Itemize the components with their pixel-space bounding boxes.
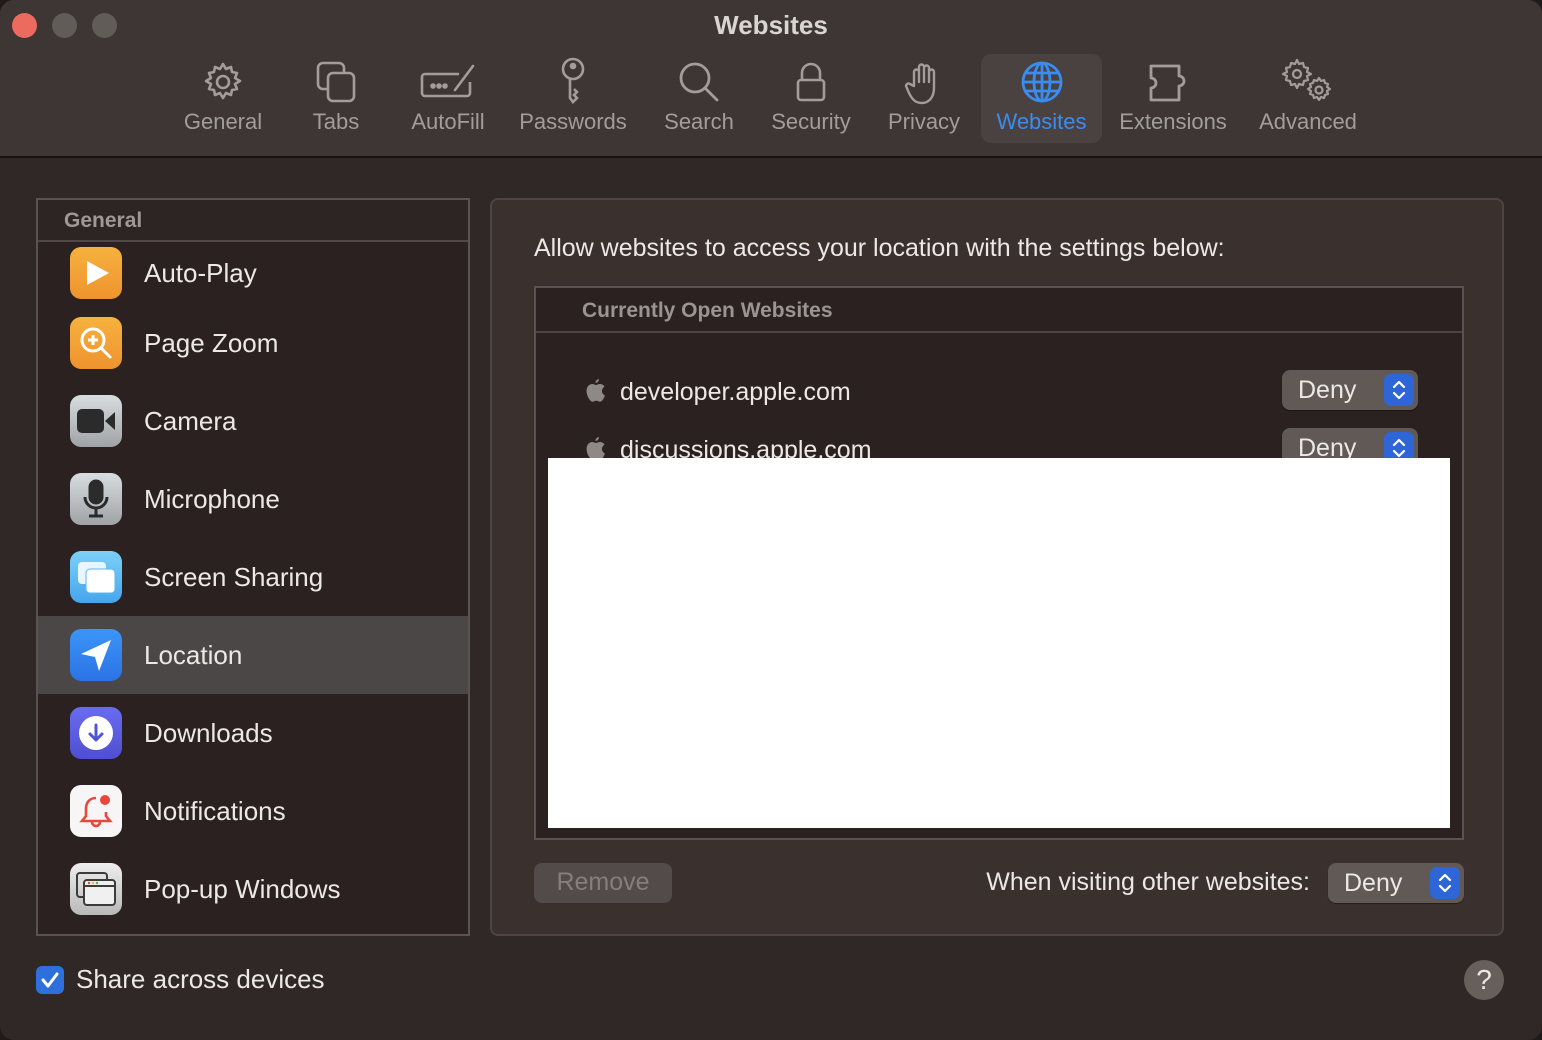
popup-windows-icon <box>70 863 122 915</box>
sidebar-item-label: Downloads <box>144 717 273 748</box>
sidebar-item-location[interactable]: Location <box>38 616 468 694</box>
tab-privacy-label: Privacy <box>887 109 961 134</box>
tab-tabs-label: Tabs <box>312 109 360 134</box>
sidebar-item-notifications[interactable]: Notifications <box>38 772 468 850</box>
apple-logo-icon <box>586 379 605 402</box>
table-row[interactable]: developer.apple.com Deny <box>536 364 1462 422</box>
hand-icon <box>904 63 936 105</box>
zoom-icon <box>70 317 122 369</box>
remove-button[interactable]: Remove <box>534 863 672 903</box>
sidebar-item-label: Screen Sharing <box>144 561 324 592</box>
gear-icon <box>204 62 242 100</box>
sidebar-item-label: Pop-up Windows <box>144 873 341 904</box>
screen-sharing-icon <box>70 551 122 603</box>
tab-general[interactable]: General <box>176 54 270 143</box>
play-icon <box>70 247 122 299</box>
download-icon <box>70 707 122 759</box>
chevron-up-down-icon <box>1384 374 1414 406</box>
tab-extensions-label: Extensions <box>1119 109 1227 134</box>
tab-security[interactable]: Security <box>762 54 860 143</box>
globe-icon <box>1021 61 1062 103</box>
window-title: Websites <box>714 10 828 40</box>
chevron-up-down-icon <box>1430 867 1460 899</box>
sidebar-item-microphone[interactable]: Microphone <box>38 460 468 538</box>
tab-autofill[interactable]: AutoFill <box>402 54 494 143</box>
sidebar-item-label: Page Zoom <box>144 327 279 358</box>
tab-websites[interactable]: Websites <box>981 54 1102 143</box>
sidebar-item-label: Camera <box>144 405 237 436</box>
sidebar-item-label: Auto-Play <box>144 257 257 288</box>
sidebar-item-screen-sharing[interactable]: Screen Sharing <box>38 538 468 616</box>
tab-passwords-label: Passwords <box>519 109 627 134</box>
tab-autofill-label: AutoFill <box>411 109 485 134</box>
tab-advanced[interactable]: Advanced <box>1250 54 1366 143</box>
sidebar-item-auto-play[interactable]: Auto-Play <box>38 242 468 304</box>
websites-table: Currently Open Websites developer.apple.… <box>534 286 1464 840</box>
safari-settings-window: Websites General Tabs AutoFill Passwords… <box>0 0 1542 1040</box>
redacted-area <box>548 458 1450 828</box>
other-websites-select[interactable]: Deny <box>1328 863 1464 903</box>
autofill-icon <box>420 64 475 98</box>
help-button[interactable]: ? <box>1464 960 1504 1000</box>
tab-search-label: Search <box>664 109 734 134</box>
lock-icon <box>796 62 826 102</box>
checkmark-icon <box>41 972 59 987</box>
permissions-sidebar: General Auto-Play Page Zoom Camera Micro… <box>36 198 470 936</box>
location-arrow-icon <box>70 629 122 681</box>
tab-advanced-label: Advanced <box>1259 109 1357 134</box>
share-across-devices-label: Share across devices <box>76 964 325 994</box>
sidebar-item-downloads[interactable]: Downloads <box>38 694 468 772</box>
site-name: developer.apple.com <box>620 378 851 406</box>
location-settings-panel: Allow websites to access your location w… <box>490 198 1504 936</box>
panel-description: Allow websites to access your location w… <box>534 234 1225 262</box>
tab-tabs[interactable]: Tabs <box>296 54 376 143</box>
magnifier-icon <box>679 62 719 102</box>
sidebar-item-label: Microphone <box>144 483 280 514</box>
other-websites-value: Deny <box>1344 869 1403 897</box>
camera-icon <box>70 395 122 447</box>
titlebar: Websites General Tabs AutoFill Passwords… <box>0 0 1542 158</box>
tab-security-label: Security <box>771 109 851 134</box>
tab-search[interactable]: Search <box>656 54 742 143</box>
sidebar-item-camera[interactable]: Camera <box>38 382 468 460</box>
share-across-devices-checkbox[interactable]: Share across devices <box>36 964 325 995</box>
sidebar-item-label: Location <box>144 639 243 670</box>
site-permission-select[interactable]: Deny <box>1282 370 1418 410</box>
key-icon <box>561 57 585 104</box>
site-permission-value: Deny <box>1298 376 1357 404</box>
tab-websites-label: Websites <box>996 109 1087 134</box>
checkbox-checked[interactable] <box>36 965 64 994</box>
other-websites-label: When visiting other websites: <box>986 868 1310 896</box>
sidebar-header: General <box>38 200 468 242</box>
tab-privacy[interactable]: Privacy <box>880 54 968 143</box>
table-header: Currently Open Websites <box>536 288 1462 333</box>
tab-extensions[interactable]: Extensions <box>1112 54 1234 143</box>
sidebar-item-popup-windows[interactable]: Pop-up Windows <box>38 850 468 928</box>
tab-general-label: General <box>183 109 263 134</box>
tabs-icon <box>316 61 356 103</box>
sidebar-item-page-zoom[interactable]: Page Zoom <box>38 304 468 382</box>
tab-passwords[interactable]: Passwords <box>514 54 632 143</box>
sidebar-item-label: Notifications <box>144 795 286 826</box>
bell-icon <box>70 785 122 837</box>
gears-icon <box>1281 58 1332 102</box>
puzzle-icon <box>1149 64 1186 102</box>
microphone-icon <box>70 473 122 525</box>
